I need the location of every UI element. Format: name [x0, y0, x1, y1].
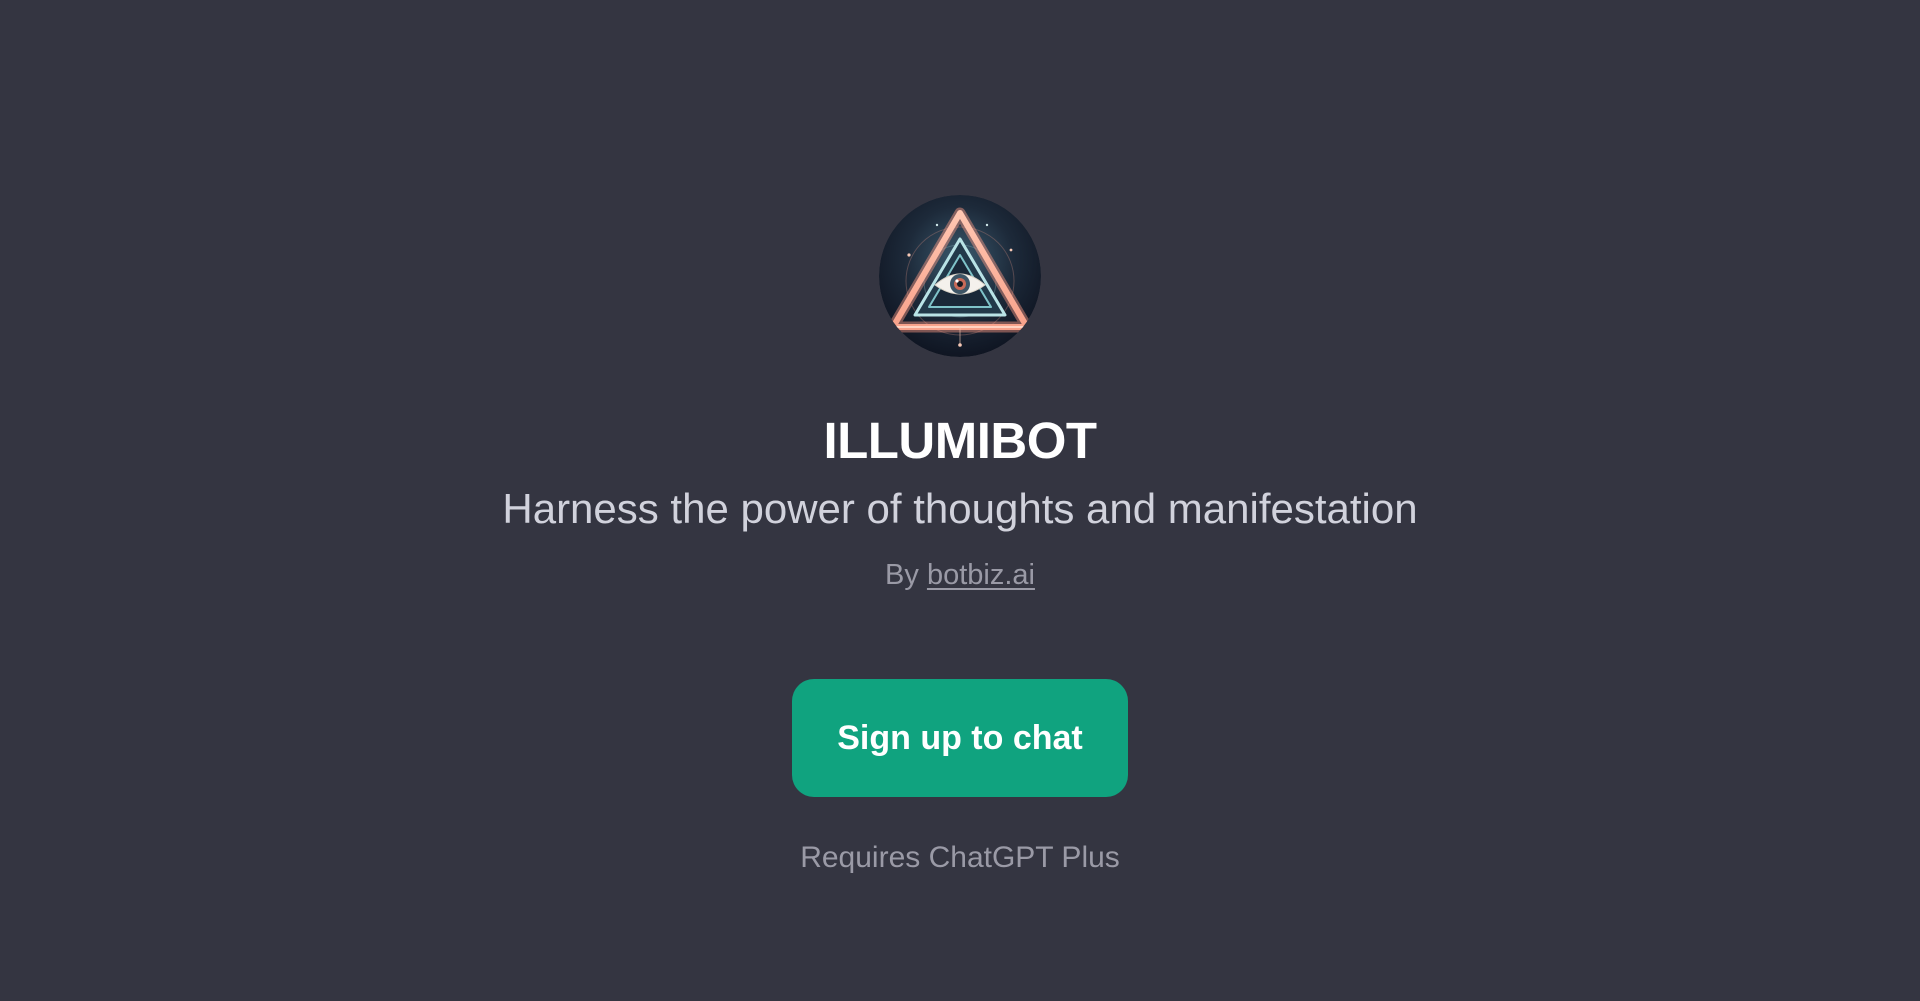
plan-requirement-note: Requires ChatGPT Plus: [800, 841, 1120, 874]
gpt-avatar: [879, 195, 1041, 357]
gpt-name: ILLUMIBOT: [823, 412, 1097, 469]
author-byline: By botbiz.ai: [0, 556, 1920, 594]
all-seeing-eye-triangle-icon: [879, 195, 1041, 357]
author-link[interactable]: botbiz.ai: [927, 559, 1035, 591]
gpt-description: Harness the power of thoughts and manife…: [502, 485, 1418, 532]
gpt-landing-page: ILLUMIBOT Harness the power of thoughts …: [0, 0, 1920, 1001]
sign-up-button[interactable]: Sign up to chat: [792, 679, 1128, 797]
byline-prefix: By: [885, 559, 927, 591]
